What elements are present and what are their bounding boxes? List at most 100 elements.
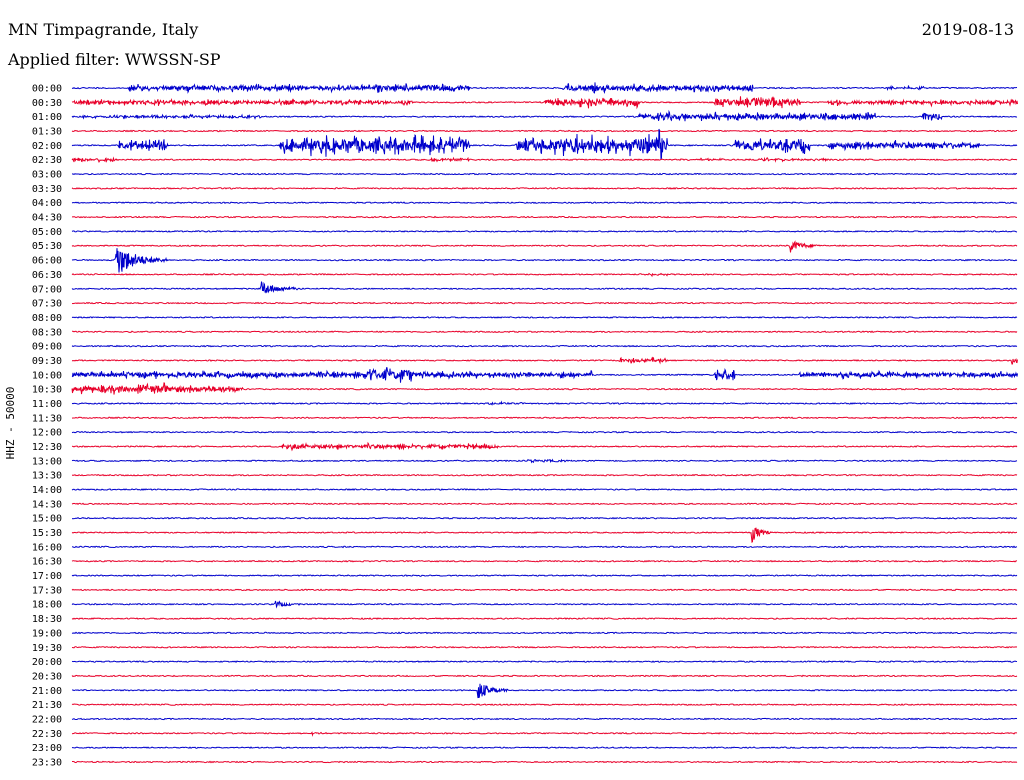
trace-row: [71, 631, 1018, 635]
row-time-label: 19:30: [32, 643, 62, 654]
row-time-label: 08:00: [32, 313, 62, 324]
row-time-label: 14:30: [32, 499, 62, 510]
row-time-label: 10:30: [32, 385, 62, 396]
row-time-label: 13:30: [32, 471, 62, 482]
trace-row: [71, 674, 1018, 678]
row-time-label: 18:30: [32, 614, 62, 625]
row-time-label: 16:30: [32, 557, 62, 568]
trace-row: [71, 367, 1018, 383]
row-time-label: 11:30: [32, 413, 62, 424]
trace-row: [71, 129, 1017, 133]
trace-row: [71, 230, 1018, 233]
trace-row: [71, 731, 1018, 737]
trace-row: [71, 356, 1018, 365]
trace-row: [71, 109, 1018, 122]
row-time-label: 09:00: [32, 342, 62, 353]
trace-row: [71, 645, 1018, 649]
row-time-label: 13:00: [32, 456, 62, 467]
row-time-label: 08:30: [32, 327, 62, 338]
trace-row: [71, 458, 1018, 464]
row-time-label: 17:00: [32, 571, 62, 582]
trace-row: [71, 272, 1018, 278]
trace-row: [71, 559, 1017, 563]
trace-row: [72, 330, 1018, 334]
trace-row: [71, 502, 1018, 506]
row-time-label: 19:00: [32, 628, 62, 639]
trace-row: [71, 660, 1018, 663]
row-time-label: 18:00: [32, 600, 62, 611]
row-time-label: 02:30: [32, 155, 62, 166]
row-time-label: 12:30: [32, 442, 62, 453]
trace-row: [71, 416, 1018, 420]
row-time-label: 06:30: [32, 270, 62, 281]
row-time-label: 21:30: [32, 700, 62, 711]
trace-row: [71, 441, 1018, 452]
trace-row: [72, 760, 1018, 764]
trace-row: [71, 588, 1018, 592]
trace-row: [71, 240, 1018, 253]
row-time-label: 07:30: [32, 299, 62, 310]
row-time-label: 07:00: [32, 284, 62, 295]
trace-row: [71, 96, 1018, 110]
trace-row: [71, 128, 1018, 160]
trace-row: [71, 187, 1018, 190]
row-time-label: 06:00: [32, 256, 62, 267]
trace-row: [71, 248, 1018, 273]
trace-row: [71, 527, 1018, 544]
row-time-label: 15:30: [32, 528, 62, 539]
trace-row: [71, 574, 1018, 577]
row-label-group: 00:00 00:30 01:00 01:30 02:00 02:30 03:00 03:30…: [32, 84, 62, 769]
trace-row: [71, 301, 1017, 305]
row-time-label: 20:30: [32, 671, 62, 682]
trace-row: [72, 683, 1018, 699]
row-time-label: 22:30: [32, 729, 62, 740]
row-time-label: 14:00: [32, 485, 62, 496]
trace-row: [71, 201, 1018, 205]
row-time-label: 11:00: [32, 399, 62, 410]
row-time-label: 05:00: [32, 227, 62, 238]
trace-row: [71, 617, 1018, 620]
row-time-label: 00:00: [32, 84, 62, 95]
trace-row: [71, 545, 1018, 549]
row-time-label: 04:00: [32, 198, 62, 209]
row-time-label: 21:00: [32, 686, 62, 697]
trace-row: [71, 172, 1018, 176]
helicorder-plot: 00:00 00:30 01:00 01:30 02:00 02:30 03:00 03:30…: [4, 82, 1018, 769]
trace-row: [71, 473, 1018, 477]
trace-row: [71, 82, 1018, 95]
y-axis-label: HHZ - 50000: [4, 387, 17, 460]
trace-row: [71, 488, 1018, 491]
trace-row: [71, 215, 1017, 219]
trace-row: [71, 382, 1018, 395]
row-time-label: 01:00: [32, 112, 62, 123]
row-time-label: 03:30: [32, 184, 62, 195]
row-time-label: 23:30: [32, 757, 62, 768]
row-time-label: 01:30: [32, 127, 62, 138]
trace-row: [71, 430, 1018, 434]
row-time-label: 20:00: [32, 657, 62, 668]
trace-row: [71, 281, 1018, 294]
row-time-label: 05:30: [32, 241, 62, 252]
trace-group: [71, 82, 1018, 764]
trace-row: [71, 717, 1018, 721]
trace-row: [71, 400, 1018, 406]
trace-row: [71, 703, 1017, 706]
trace-row: [71, 156, 1018, 163]
trace-row: [71, 600, 1018, 609]
row-time-label: 09:30: [32, 356, 62, 367]
row-time-label: 22:00: [32, 714, 62, 725]
trace-row: [71, 344, 1018, 348]
row-time-label: 16:00: [32, 542, 62, 553]
row-time-label: 03:00: [32, 170, 62, 181]
trace-row: [71, 516, 1018, 520]
row-time-label: 17:30: [32, 585, 62, 596]
row-time-label: 10:00: [32, 370, 62, 381]
row-time-label: 12:00: [32, 428, 62, 439]
row-time-label: 23:00: [32, 743, 62, 754]
row-time-label: 04:30: [32, 213, 62, 224]
trace-row: [71, 316, 1018, 319]
row-time-label: 15:00: [32, 514, 62, 525]
trace-row: [71, 746, 1018, 749]
row-time-label: 00:30: [32, 98, 62, 109]
row-time-label: 02:00: [32, 141, 62, 152]
